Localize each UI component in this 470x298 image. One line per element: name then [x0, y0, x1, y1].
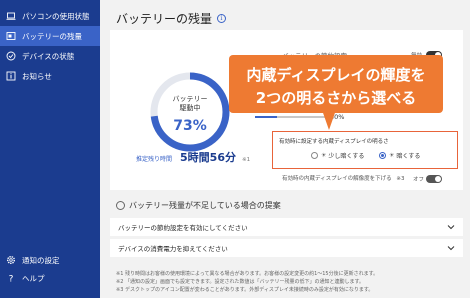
chevron-down-icon: [447, 244, 455, 252]
sidebar-item-label: お知らせ: [22, 71, 52, 81]
sidebar-item-news[interactable]: お知らせ: [0, 66, 100, 86]
callout-line-1: 内蔵ディスプレイの輝度を: [246, 66, 426, 84]
tip-accordion-saving[interactable]: バッテリーの節約設定を有効にしてください: [110, 218, 463, 236]
gear-icon: [6, 255, 16, 265]
sidebar-item-label: パソコンの使用状態: [22, 11, 90, 21]
svg-text:?: ?: [9, 275, 14, 284]
sidebar-item-pc-usage[interactable]: パソコンの使用状態: [0, 6, 100, 26]
battery-status-sub: 駆動中: [179, 104, 201, 112]
lower-resolution-toggle[interactable]: [426, 175, 442, 183]
callout-line-2: 2つの明るさから選べる: [255, 89, 417, 107]
tip-accordion-power[interactable]: デバイスの消費電力を抑えてください: [110, 239, 463, 257]
brightness-slider-fill: [255, 116, 277, 118]
sidebar: パソコンの使用状態 バッテリーの残量 デバイスの状態 お知らせ 通知の設定 ? …: [0, 0, 100, 298]
tips-section-title: バッテリー残量が不足している場合の提案: [116, 200, 281, 211]
dim-bulb-icon: ☀: [321, 152, 327, 159]
battery-percent: 73%: [173, 118, 207, 134]
battery-gauge: バッテリー 駆動中 73%: [148, 70, 232, 154]
callout-pointer: [322, 110, 336, 130]
radio-dim[interactable]: [311, 152, 318, 159]
sidebar-item-label: 通知の設定: [22, 255, 60, 265]
info-icon: [6, 71, 16, 81]
page-title: バッテリーの残量 i: [116, 10, 227, 27]
lower-resolution-label: 有効時の内蔵ディスプレイの解像度を下げる ※3: [282, 176, 405, 182]
dark-bulb-icon: ☀: [389, 152, 395, 159]
footnotes: ※1 残り時間はお客様の使用環境によって異なる場合があります。お客様の設定変更の…: [116, 271, 379, 293]
info-circle-icon[interactable]: i: [217, 14, 227, 23]
help-icon: ?: [6, 273, 16, 284]
sidebar-item-battery[interactable]: バッテリーの残量: [0, 26, 100, 46]
radio-dark[interactable]: [379, 152, 386, 159]
sidebar-item-label: バッテリーの残量: [22, 31, 82, 41]
brightness-option-title: 有効時に設定する内蔵ディスプレイの明るさ: [279, 139, 389, 145]
lightbulb-icon: [116, 201, 125, 210]
callout-banner: 内蔵ディスプレイの輝度を 2つの明るさから選べる: [229, 55, 443, 113]
option-dim-radio[interactable]: ☀ 少し暗くする: [311, 151, 364, 160]
lower-toggle-label: オフ: [413, 177, 425, 183]
sidebar-item-help[interactable]: ? ヘルプ: [0, 268, 100, 288]
brightness-slider[interactable]: [255, 116, 327, 118]
battery-icon: [6, 31, 16, 41]
sidebar-item-label: ヘルプ: [22, 273, 45, 283]
sidebar-item-notification-settings[interactable]: 通知の設定: [0, 250, 100, 270]
sidebar-item-label: デバイスの状態: [22, 51, 75, 61]
remaining-time: 推定残り時間 5時間56分 ※1: [136, 151, 251, 164]
sidebar-item-device[interactable]: デバイスの状態: [0, 46, 100, 66]
brightness-option-box: 有効時に設定する内蔵ディスプレイの明るさ ☀ 少し暗くする ☀ 暗くする: [272, 131, 458, 169]
device-icon: [6, 51, 16, 61]
laptop-icon: [6, 11, 16, 21]
option-dark-radio[interactable]: ☀ 暗くする: [379, 151, 420, 160]
chevron-down-icon: [447, 223, 455, 231]
